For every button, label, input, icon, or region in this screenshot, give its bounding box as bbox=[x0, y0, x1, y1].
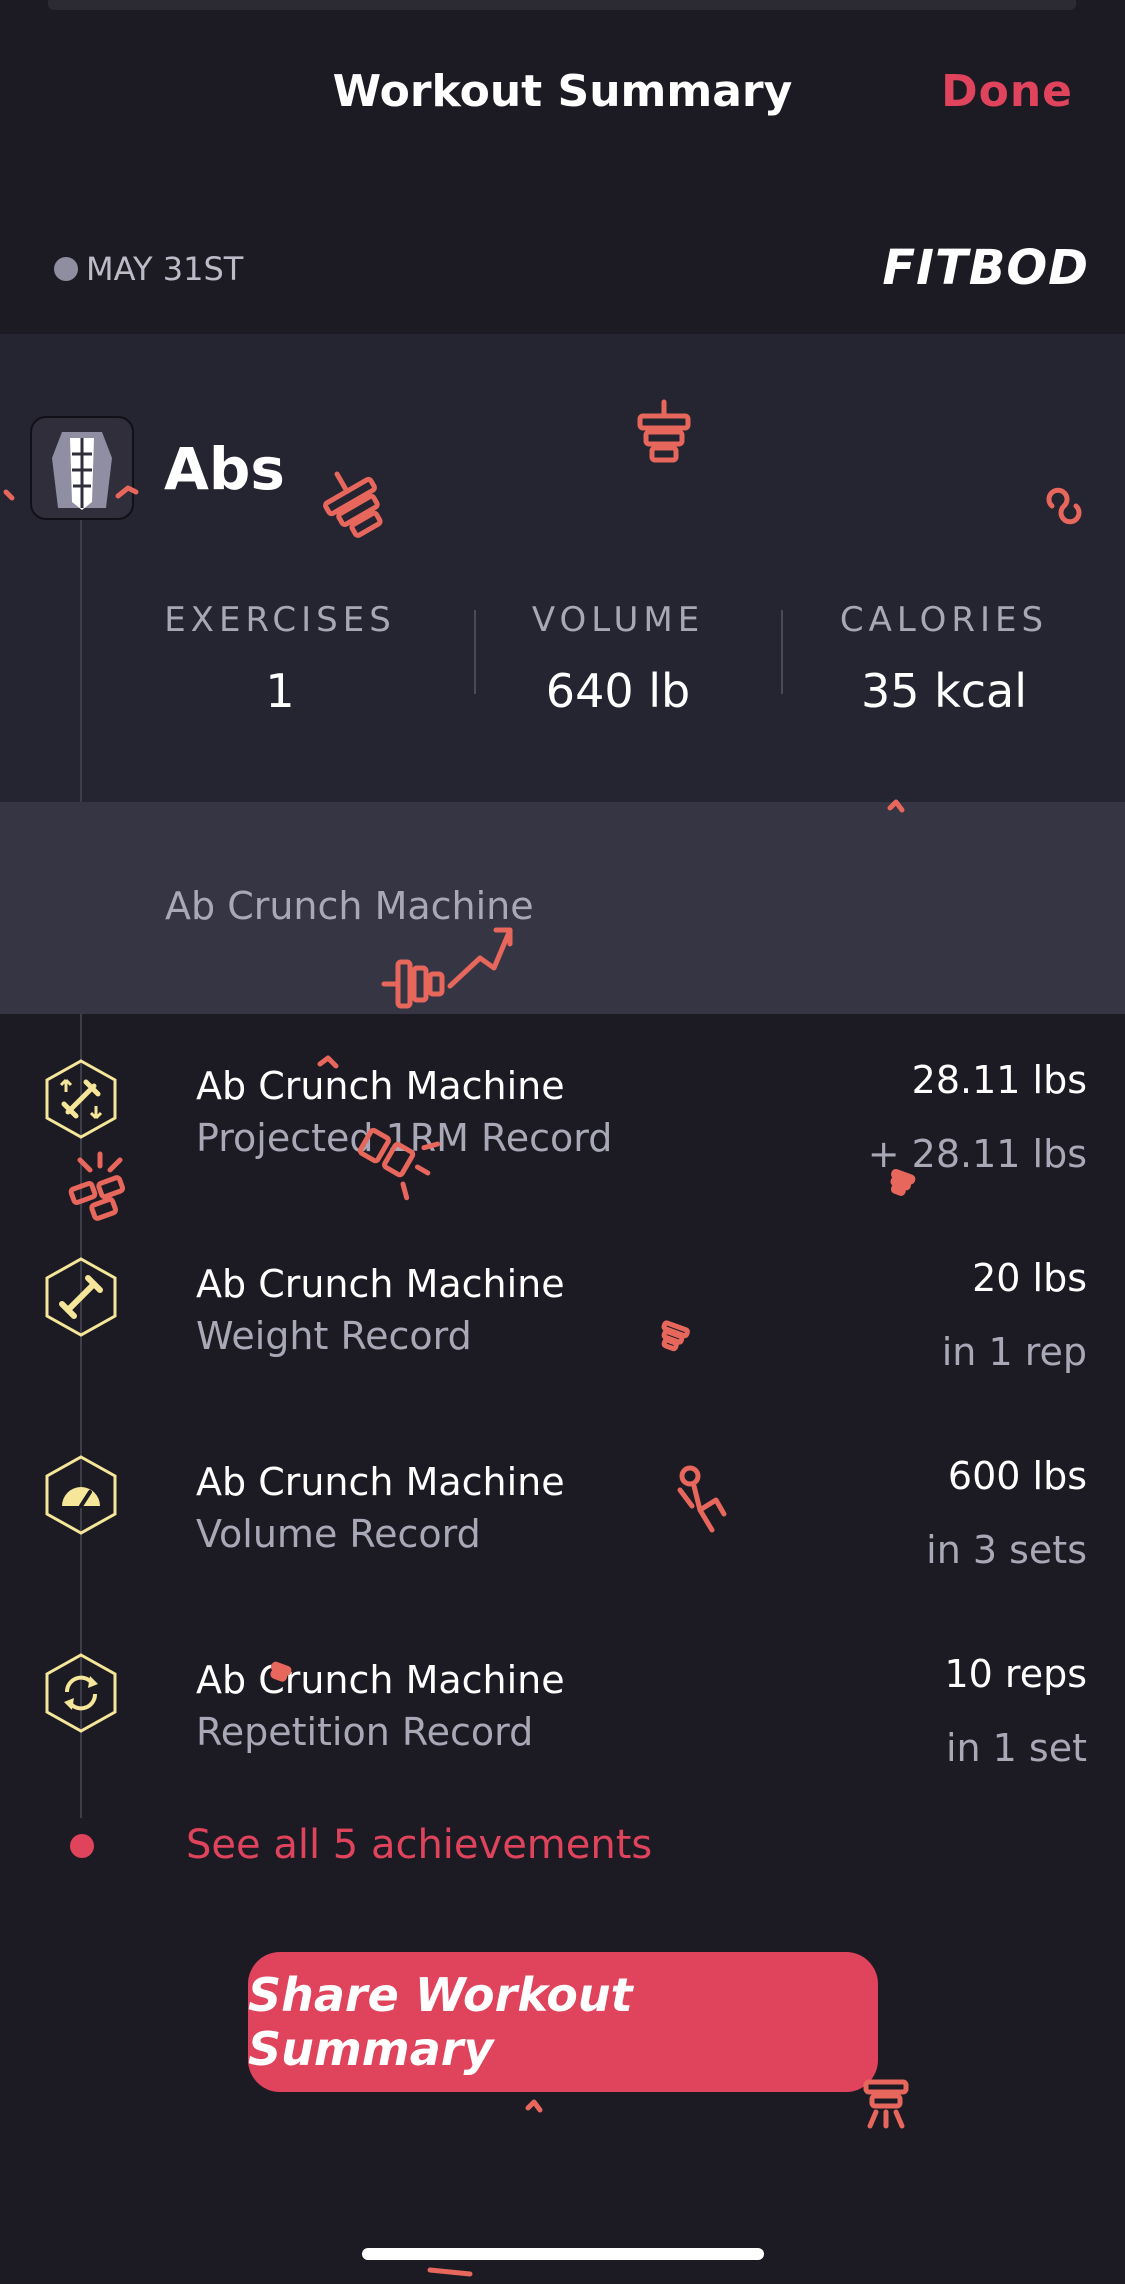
abs-muscle-icon bbox=[30, 416, 134, 520]
achievement-name: Ab Crunch Machine bbox=[196, 1262, 565, 1306]
share-workout-summary-button[interactable]: Share Workout Summary bbox=[248, 1952, 878, 2092]
exercise-name: Ab Crunch Machine bbox=[165, 884, 534, 928]
achievement-type: Repetition Record bbox=[196, 1710, 534, 1754]
achievement-value: 600 lbs bbox=[947, 1454, 1087, 1498]
stat-value: 1 bbox=[265, 664, 295, 718]
achievement-detail: in 1 set bbox=[945, 1726, 1087, 1770]
stat-exercises: EXERCISES 1 bbox=[150, 600, 410, 718]
achievement-name: Ab Crunch Machine bbox=[196, 1064, 565, 1108]
home-indicator bbox=[362, 2248, 764, 2260]
achievement-row[interactable]: Ab Crunch Machine Weight Record 20 lbs i… bbox=[0, 1256, 1125, 1396]
workout-date: MAY 31ST bbox=[86, 250, 244, 288]
dumbbell-icon bbox=[40, 1256, 122, 1338]
stat-value: 35 kcal bbox=[860, 664, 1028, 718]
achievement-value: 28.11 lbs bbox=[911, 1058, 1087, 1102]
stat-label: CALORIES bbox=[839, 600, 1049, 640]
achievement-type: Volume Record bbox=[196, 1512, 481, 1556]
stat-volume: VOLUME 640 lb bbox=[488, 600, 748, 718]
achievement-row[interactable]: Ab Crunch Machine Repetition Record 10 r… bbox=[0, 1652, 1125, 1792]
stat-label: EXERCISES bbox=[164, 600, 396, 640]
achievement-value: 10 reps bbox=[944, 1652, 1087, 1696]
top-edge bbox=[48, 0, 1076, 10]
achievement-name: Ab Crunch Machine bbox=[196, 1460, 565, 1504]
brand-logo: FITBOD bbox=[882, 240, 1089, 296]
date-row: MAY 31ST bbox=[54, 250, 243, 288]
achievement-row[interactable]: Ab Crunch Machine Projected 1RM Record 2… bbox=[0, 1058, 1125, 1198]
achievement-name: Ab Crunch Machine bbox=[196, 1658, 565, 1702]
done-button[interactable]: Done bbox=[941, 66, 1073, 117]
workout-section bbox=[0, 334, 1125, 802]
achievement-type: Projected 1RM Record bbox=[196, 1116, 613, 1160]
stat-calories: CALORIES 35 kcal bbox=[814, 600, 1074, 718]
stat-divider bbox=[474, 610, 476, 694]
see-all-dot-icon bbox=[70, 1834, 94, 1858]
stat-value: 640 lb bbox=[545, 664, 691, 718]
achievement-detail: in 1 rep bbox=[941, 1330, 1087, 1374]
stat-divider bbox=[781, 610, 783, 694]
achievement-type: Weight Record bbox=[196, 1314, 472, 1358]
achievement-detail: in 3 sets bbox=[926, 1528, 1087, 1572]
repeat-icon bbox=[40, 1652, 122, 1734]
arrows-dumbbell-icon bbox=[40, 1058, 122, 1140]
achievement-detail: + 28.11 lbs bbox=[867, 1132, 1087, 1176]
stat-label: VOLUME bbox=[531, 600, 705, 640]
date-dot-icon bbox=[54, 257, 78, 281]
gauge-icon bbox=[40, 1454, 122, 1536]
muscle-group-title: Abs bbox=[164, 435, 285, 503]
achievement-row[interactable]: Ab Crunch Machine Volume Record 600 lbs … bbox=[0, 1454, 1125, 1594]
achievement-value: 20 lbs bbox=[972, 1256, 1087, 1300]
see-all-achievements-link[interactable]: See all 5 achievements bbox=[186, 1822, 652, 1868]
